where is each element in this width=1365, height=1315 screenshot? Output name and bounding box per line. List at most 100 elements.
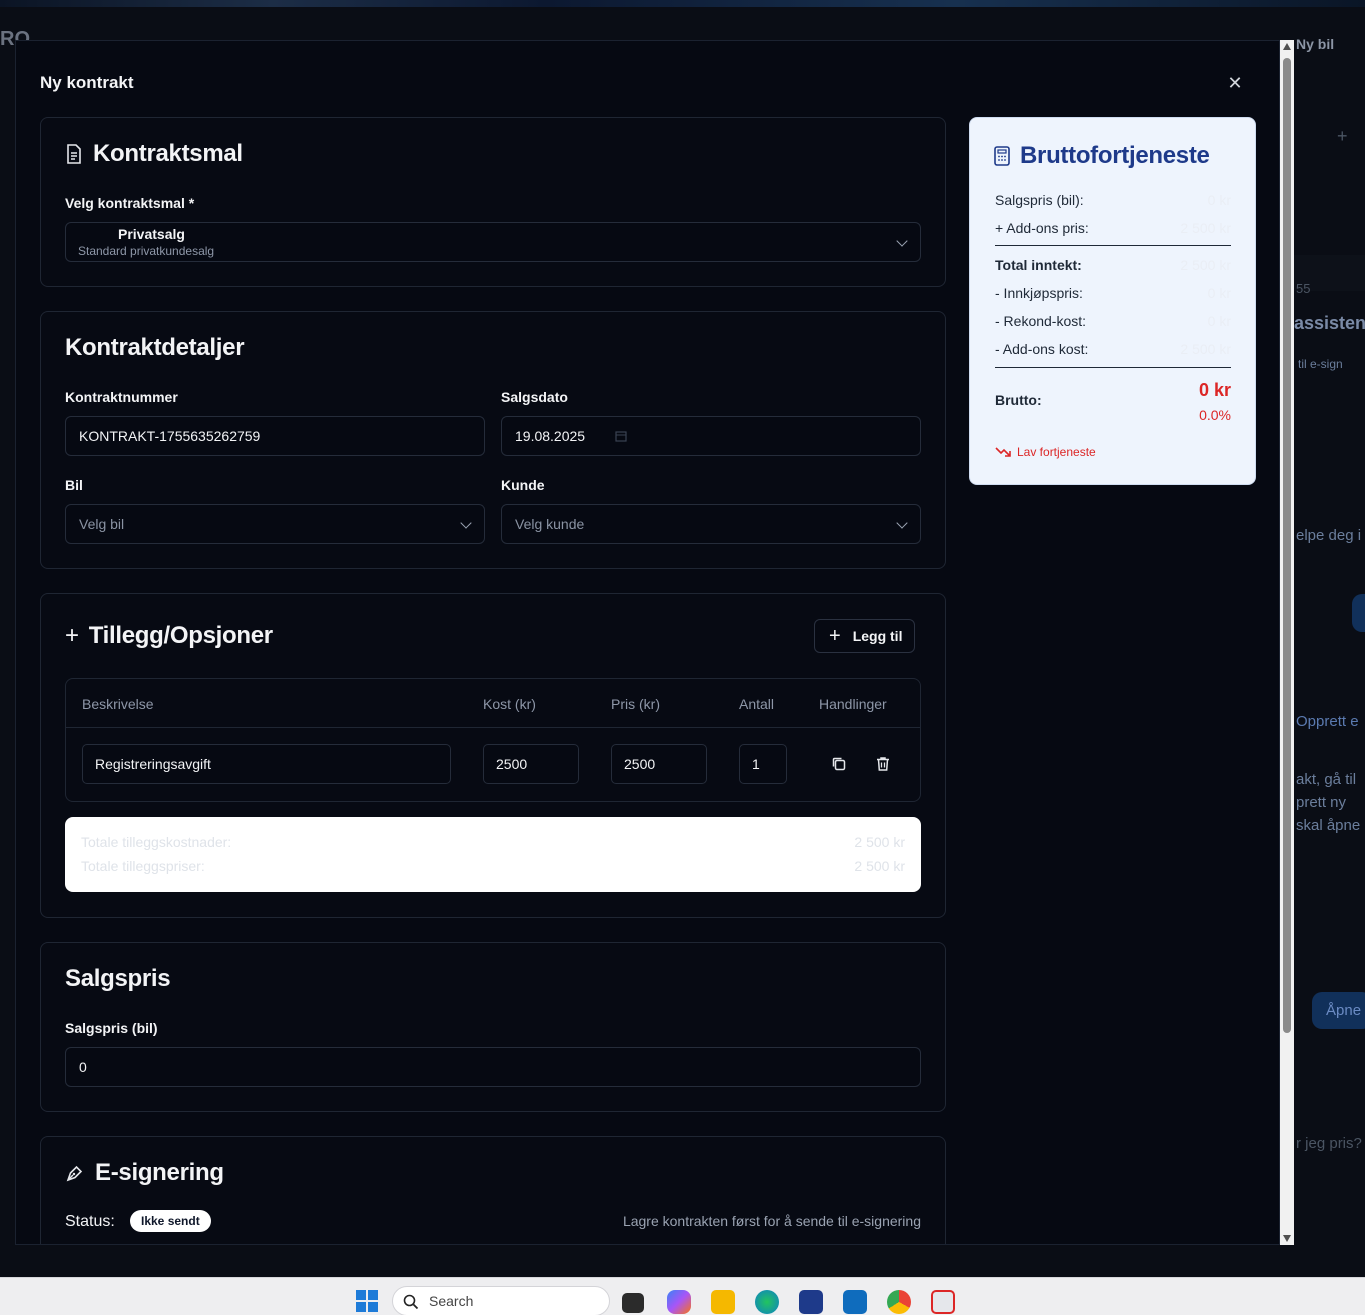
background-assistant-title: assisten [1294,313,1365,333]
windows-start-icon[interactable] [356,1290,378,1312]
chevron-down-icon [896,517,908,529]
taskbar-search[interactable]: Search [392,1286,610,1315]
scroll-down-icon[interactable] [1283,1235,1291,1242]
car-placeholder: Velg bil [79,516,125,532]
gross-profit-panel: Bruttofortjeneste Salgspris (bil): 0 kr +… [969,117,1256,485]
plus-icon: + [829,624,841,647]
background-instructions: akt, gå til prett ny skal åpne [1296,771,1361,834]
trending-down-icon [995,447,1011,457]
car-select[interactable]: Velg bil [65,504,485,544]
background-button[interactable] [1352,594,1365,632]
template-selected-subtitle: Standard privatkundesalg [78,244,215,258]
close-modal-icon[interactable]: ✕ [1226,74,1244,92]
profit-row-purchase-price: - Innkjøpspris: 0 kr [995,285,1231,301]
addon-cost-input[interactable]: 2500 [483,744,579,784]
copilot-icon[interactable] [667,1290,691,1314]
background-number: 55 [1296,281,1311,296]
esign-card: E-signering Status: Ikke sendt Lagre kon… [40,1136,946,1244]
os-taskbar: Search [0,1277,1365,1315]
price-card: Salgspris Salgspris (bil) 0 [40,942,946,1112]
details-heading: Kontraktdetaljer [65,334,245,361]
table-divider [66,727,920,728]
addon-description-input[interactable]: Registreringsavgift [82,744,451,784]
total-price-value: 2 500 kr [854,858,905,874]
background-create-button[interactable]: Opprett e [1296,713,1359,730]
sale-price-input[interactable]: 0 [65,1047,921,1087]
sale-date-label: Salgsdato [501,389,568,405]
details-card: Kontraktdetaljer Kontraktnummer KONTRAKT… [40,311,946,569]
store-icon[interactable] [799,1290,823,1314]
new-contract-modal: Ny kontrakt ✕ Kontraktsmal Velg kontrakt… [15,40,1280,1245]
addon-price-input[interactable]: 2500 [611,744,707,784]
document-icon [67,144,81,164]
chevron-down-icon [460,517,472,529]
gross-profit-heading: Bruttofortjeneste [994,142,1210,170]
modal-title: Ny kontrakt [40,73,134,92]
total-cost-value: 2 500 kr [854,834,905,850]
addon-quantity-input[interactable]: 1 [739,744,787,784]
calculator-icon [994,146,1010,166]
status-badge: Ikke sendt [130,1210,211,1232]
add-addon-label: Legg til [852,628,903,644]
template-select[interactable]: Privatsalg Standard privatkundesalg [65,222,921,262]
customer-select[interactable]: Velg kunde [501,504,921,544]
search-icon [403,1294,419,1310]
calendar-icon[interactable] [615,430,627,442]
template-heading: Kontraktsmal [65,140,243,168]
scroll-up-icon[interactable] [1283,43,1291,50]
template-field-label: Velg kontraktsmal * [65,195,195,211]
edge-browser-icon[interactable] [755,1290,779,1314]
addons-heading: + Tillegg/Opsjoner [65,622,273,649]
modal-scrollbar[interactable] [1280,40,1294,1245]
trash-icon[interactable] [873,754,893,774]
chrome-icon[interactable] [887,1290,911,1314]
addons-card: + Tillegg/Opsjoner + Legg til Beskrivels… [40,593,946,918]
profit-divider [995,245,1231,246]
profit-row-addons-price: + Add-ons pris: 2 500 kr [995,220,1231,236]
low-profit-indicator: Lav fortjeneste [995,445,1096,459]
scrollbar-thumb[interactable] [1283,58,1291,1033]
addons-totals: Totale tilleggskostnader: 2 500 kr Total… [65,817,921,892]
customer-label: Kunde [501,477,545,493]
copy-icon[interactable] [829,754,849,774]
add-addon-button[interactable]: + Legg til [814,619,916,653]
profit-row-sale-price: Salgspris (bil): 0 kr [995,192,1231,208]
esign-status-label: Status: [65,1213,115,1230]
profit-divider [995,367,1231,368]
profit-row-addons-cost: - Add-ons kost: 2 500 kr [995,341,1231,357]
column-header-actions: Handlinger [819,696,887,712]
total-cost-label: Totale tilleggskostnader: [81,834,232,850]
contract-number-label: Kontraktnummer [65,389,178,405]
pen-icon [66,1165,83,1182]
column-header-price: Pris (kr) [611,696,660,712]
total-price-label: Totale tilleggspriser: [81,858,205,874]
brutto-label: Brutto: [995,392,1042,408]
background-open-button[interactable]: Åpne [1312,992,1365,1029]
background-help-text: elpe deg i [1296,527,1362,544]
column-header-description: Beskrivelse [82,696,154,712]
plus-icon: + [65,622,79,649]
price-heading: Salgspris [65,965,171,992]
sale-date-value: 19.08.2025 [515,428,586,444]
background-plus-icon: + [1337,126,1348,146]
task-view-icon[interactable] [622,1293,644,1313]
background-new-car-link[interactable]: Ny bil [1296,36,1334,52]
esign-hint: Lagre kontrakten først for å sende til e… [622,1213,921,1229]
brutto-value: 0 kr [1198,380,1231,400]
customer-placeholder: Velg kunde [515,516,585,532]
snipping-tool-icon[interactable] [931,1290,955,1314]
total-cost-row: Totale tilleggskostnader: 2 500 kr [81,834,905,850]
price-field-label: Salgspris (bil) [65,1020,158,1036]
profit-row-recon-cost: - Rekond-kost: 0 kr [995,313,1231,329]
esign-heading: E-signering [65,1159,224,1187]
file-explorer-icon[interactable] [711,1290,735,1314]
sale-date-input[interactable]: 19.08.2025 [501,416,921,456]
template-card: Kontraktsmal Velg kontraktsmal * Privats… [40,117,946,287]
taskbar-search-placeholder: Search [429,1293,474,1309]
outlook-icon[interactable] [843,1290,867,1314]
background-chat-input[interactable]: r jeg pris? [1296,1135,1362,1152]
contract-number-input[interactable]: KONTRAKT-1755635262759 [65,416,485,456]
car-label: Bil [65,477,83,493]
column-header-quantity: Antall [739,696,775,712]
desktop-wallpaper-strip [0,0,1365,7]
